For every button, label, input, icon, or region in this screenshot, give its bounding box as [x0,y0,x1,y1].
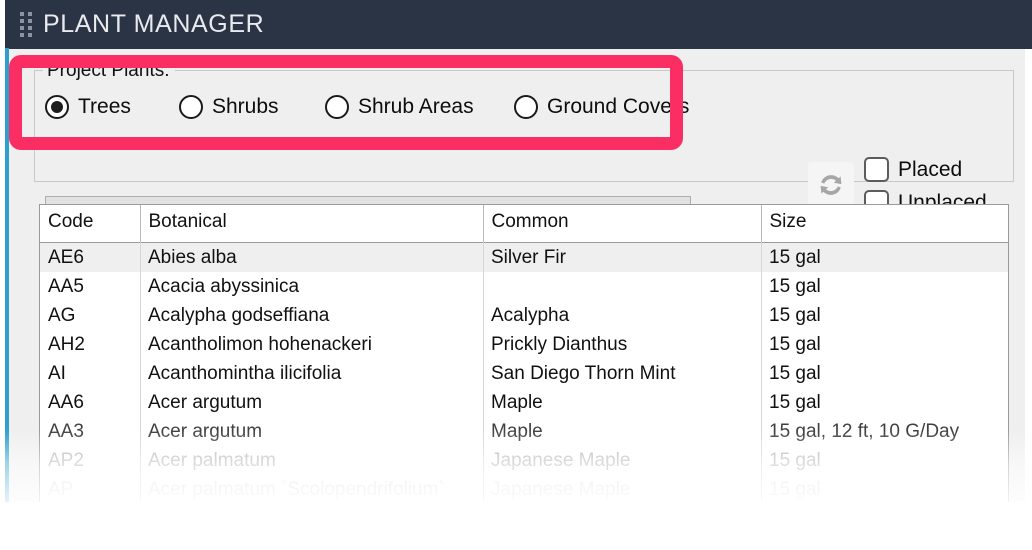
radio-shrubs-mark [179,95,203,119]
checkbox-placed-box [864,157,889,182]
table-row[interactable]: AP Acer palmatum `Scolopendrifolium` Jap… [40,475,1008,504]
project-plants-legend: Project Plants: [43,60,175,82]
cell-common: San Diego Thorn Mint [491,362,676,384]
plant-table-wrapper: Code Botanical Common Size AE6 Abies alb… [39,204,1009,550]
cell-size: 15 gal [769,391,821,413]
radio-shrub-areas-mark [325,95,349,119]
cell-botanical: Acanthomintha ilicifolia [148,362,342,384]
checkbox-placed[interactable]: Placed [864,153,987,186]
cell-size: 15 gal, 12 ft, 10 G/Day [769,420,960,442]
cell-botanical: Acalypha godseffiana [148,304,330,326]
cell-common: Maple [491,420,543,442]
page-title: PLANT MANAGER [43,10,265,38]
cell-code: AI [48,362,66,384]
cell-botanical: Acer palmatum [148,449,276,471]
plant-table: Code Botanical Common Size AE6 Abies alb… [40,205,1008,504]
column-divider-common [761,242,762,550]
cell-code: AH2 [48,333,85,355]
cell-code: AP [48,478,74,500]
cell-common: Japanese Maple [491,449,631,471]
cell-code: AG [48,304,76,326]
cell-size: 15 gal [769,449,821,471]
title-bar: PLANT MANAGER [9,0,1032,49]
table-row[interactable]: AP2 Acer palmatum Japanese Maple 15 gal [40,446,1008,475]
drag-dots-icon[interactable] [18,11,34,39]
cell-botanical: Acantholimon hohenackeri [148,333,372,355]
cell-common: Maple [491,391,543,413]
column-header-botanical[interactable]: Botanical [140,205,484,243]
radio-shrubs[interactable]: Shrubs [179,95,325,119]
cell-code: AP2 [48,449,84,471]
table-row[interactable]: AA3 Acer argutum Maple 15 gal, 12 ft, 10… [40,417,1008,446]
column-header-common[interactable]: Common [483,205,762,243]
plant-table-box: Code Botanical Common Size AE6 Abies alb… [39,204,1009,550]
table-header-row: Code Botanical Common Size [40,205,1008,243]
radio-trees-label: Trees [78,95,131,118]
table-row[interactable]: AA6 Acer argutum Maple 15 gal [40,388,1008,417]
cell-code: AA3 [48,420,84,442]
radio-shrub-areas-label: Shrub Areas [358,95,474,118]
cell-botanical: Abies alba [140,242,483,272]
cell-code: AA5 [48,275,84,297]
radio-ground-covers-label: Ground Covers [547,95,690,118]
column-divider-botanical [483,242,484,550]
cell-size: 15 gal [769,478,821,500]
radio-ground-covers[interactable]: Ground Covers [514,95,689,119]
cell-common: Silver Fir [483,242,761,272]
cell-common [483,272,761,301]
column-header-size[interactable]: Size [761,205,1008,243]
radio-shrubs-label: Shrubs [212,95,279,118]
refresh-button[interactable] [808,162,854,208]
plant-manager-window: PLANT MANAGER Project Plants: Trees Shru… [0,0,1032,550]
cell-botanical: Acer argutum [148,420,263,442]
cell-size: 15 gal [761,242,1008,272]
table-row[interactable]: AE6 Abies alba Silver Fir 15 gal [40,242,1008,272]
cell-common: Japanese Maple [491,478,631,500]
cell-size: 15 gal [769,304,821,326]
cell-size: 15 gal [769,275,821,297]
radio-trees-mark [45,95,69,119]
column-header-code[interactable]: Code [40,205,141,243]
table-row[interactable]: AA5 Acacia abyssinica 15 gal [40,272,1008,301]
cell-size: 15 gal [769,333,821,355]
radio-trees[interactable]: Trees [45,95,179,119]
table-row[interactable]: AG Acalypha godseffiana Acalypha 15 gal [40,301,1008,330]
checkbox-placed-label: Placed [898,157,963,181]
cell-botanical: Acacia abyssinica [148,275,300,297]
plant-type-radio-group: Trees Shrubs Shrub Areas Ground Covers [45,95,689,119]
cell-common: Prickly Dianthus [491,333,628,355]
radio-ground-covers-mark [514,95,538,119]
column-divider-code [140,242,141,550]
radio-shrub-areas[interactable]: Shrub Areas [325,95,514,119]
table-row[interactable]: AI Acanthomintha ilicifolia San Diego Th… [40,359,1008,388]
cell-code: AA6 [48,391,84,413]
main-panel: Project Plants: Trees Shrubs Shrub Areas… [9,49,1025,550]
cell-botanical: Acer palmatum `Scolopendrifolium` [148,478,445,500]
table-row[interactable]: AH2 Acantholimon hohenackeri Prickly Dia… [40,330,1008,359]
cell-size: 15 gal [769,362,821,384]
cell-code: AE6 [40,242,140,272]
right-white-margin [1025,49,1032,550]
refresh-icon [820,175,842,195]
cell-botanical: Acer argutum [148,391,263,413]
cell-common: Acalypha [491,304,570,326]
